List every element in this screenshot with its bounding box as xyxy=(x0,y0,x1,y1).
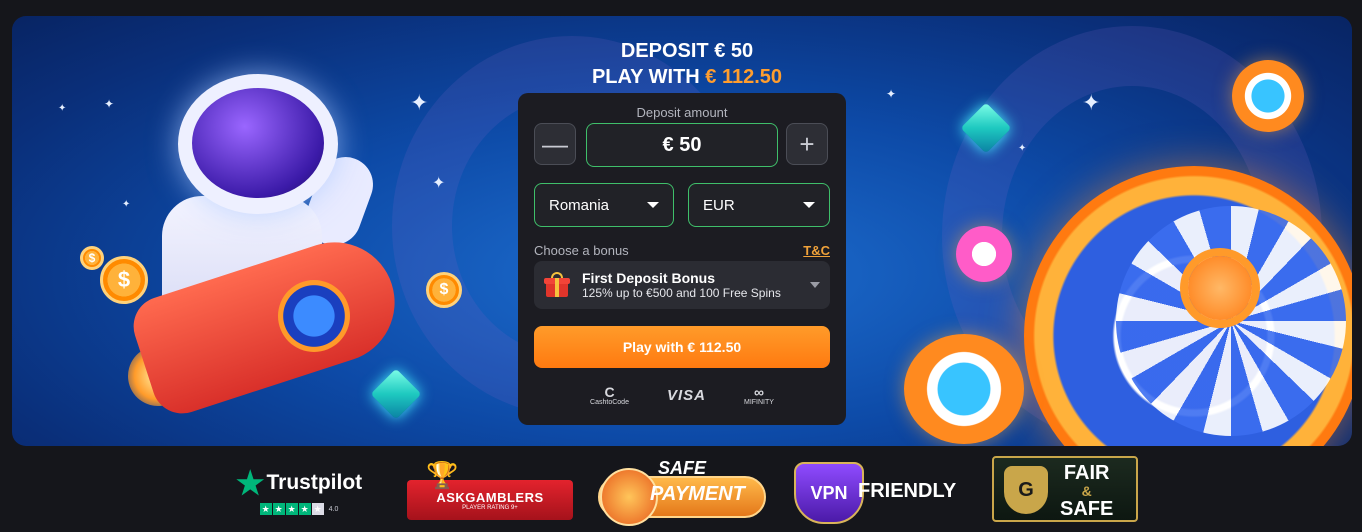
gem-icon xyxy=(370,368,422,420)
rocket-window xyxy=(278,280,350,352)
roulette-segments xyxy=(1116,206,1346,436)
trustpilot-badge: ★ Trustpilot ★ ★ ★ ★ ★ 4.0 xyxy=(232,456,366,526)
roulette-hub xyxy=(1188,256,1252,320)
cashtocode-icon: C CashtoCode xyxy=(590,384,629,406)
deposit-widget: Deposit amount — € 50 + Romania EUR Choo… xyxy=(518,93,846,425)
sparkle-icon: ✦ xyxy=(410,90,429,115)
plus-icon: + xyxy=(799,128,815,159)
hero-banner: ✦ ✦ ✦ ✦ ✦ ✦ ✦ ✦ $ $ $ DEPOSIT € 50 PLAY … xyxy=(12,16,1352,446)
payment-methods: C CashtoCode VISA ∞ MIFINITY xyxy=(518,385,846,406)
bonus-description: 125% up to €500 and 100 Free Spins xyxy=(582,286,781,300)
minus-icon: — xyxy=(542,128,568,159)
chevron-down-icon xyxy=(810,282,820,288)
fair-safe-text: FAIR & SAFE xyxy=(1060,462,1114,520)
casino-chip-icon xyxy=(1232,60,1304,132)
trustpilot-star-icon: ★ xyxy=(235,465,265,501)
askgamblers-badge: 🏆 ASKGAMBLERS PLAYER RATING 9+ xyxy=(406,456,574,526)
trustpilot-rating: ★ ★ ★ ★ ★ 4.0 xyxy=(259,503,339,515)
currency-value: EUR xyxy=(703,196,735,214)
chevron-down-icon xyxy=(647,202,659,208)
sparkle-icon: ✦ xyxy=(432,175,446,192)
bonus-select[interactable]: First Deposit Bonus 125% up to €500 and … xyxy=(534,261,830,309)
play-prefix: PLAY WITH xyxy=(591,66,706,88)
star-icon: ★ xyxy=(285,503,298,515)
currency-select[interactable]: EUR xyxy=(688,183,830,227)
payment-text: PAYMENT xyxy=(650,483,745,505)
askgamblers-name: ASKGAMBLERS xyxy=(436,489,544,505)
star-icon: ★ xyxy=(259,503,272,515)
safe-payment-badge: SAFE PAYMENT xyxy=(598,456,768,526)
chevron-down-icon xyxy=(803,202,815,208)
coin-icon: $ xyxy=(100,256,148,304)
coin-icon: $ xyxy=(426,272,462,308)
fair-safe-badge: G FAIR & SAFE xyxy=(992,456,1138,522)
country-value: Romania xyxy=(549,196,610,214)
visa-icon: VISA xyxy=(666,387,706,404)
sparkle-icon: ✦ xyxy=(1082,90,1101,115)
mifinity-icon: ∞ MIFINITY xyxy=(743,384,774,406)
coin-icon: $ xyxy=(80,246,104,270)
deposit-line: DEPOSIT € 50 xyxy=(620,40,754,62)
decrement-button[interactable]: — xyxy=(534,123,576,165)
increment-button[interactable]: + xyxy=(786,123,828,165)
sparkle-icon: ✦ xyxy=(104,97,115,111)
sparkle-icon: ✦ xyxy=(1018,143,1027,154)
deposit-amount-input[interactable]: € 50 xyxy=(586,123,778,167)
bonus-header: Choose a bonus T&C xyxy=(534,243,830,258)
casino-chip-icon xyxy=(904,334,1024,444)
trustpilot-name: Trustpilot xyxy=(266,471,363,494)
friendly-text: FRIENDLY xyxy=(858,480,957,502)
country-select[interactable]: Romania xyxy=(534,183,674,227)
gift-icon xyxy=(544,272,570,298)
sparkle-icon: ✦ xyxy=(58,103,67,114)
rating-value: 4.0 xyxy=(328,505,339,513)
choose-bonus-label: Choose a bonus xyxy=(534,243,629,258)
safe-text: SAFE xyxy=(658,458,707,478)
trophy-icon: 🏆 xyxy=(426,460,459,490)
sparkle-icon: ✦ xyxy=(886,87,897,101)
shield-icon: VPN xyxy=(794,462,864,524)
trust-badges: ★ Trustpilot ★ ★ ★ ★ ★ 4.0 🏆 ASKGAMBLERS… xyxy=(0,456,1362,532)
star-icon: ★ xyxy=(311,503,324,515)
crest-icon: G xyxy=(1004,466,1048,514)
star-icon: ★ xyxy=(298,503,311,515)
play-line: PLAY WITH € 112.50 xyxy=(517,64,857,90)
vpn-text: VPN xyxy=(810,482,848,503)
tnc-link[interactable]: T&C xyxy=(803,243,830,258)
play-amount: € 112.50 xyxy=(705,66,783,88)
bonus-title: First Deposit Bonus xyxy=(582,270,716,286)
astronaut-visor xyxy=(192,88,324,198)
askgamblers-subtitle: PLAYER RATING 9+ xyxy=(462,504,518,511)
sparkle-icon: ✦ xyxy=(122,199,131,210)
deposit-amount-label: Deposit amount xyxy=(636,105,728,120)
star-icon: ★ xyxy=(272,503,285,515)
bonus-text: First Deposit Bonus 125% up to €500 and … xyxy=(582,270,810,300)
play-button[interactable]: Play with € 112.50 xyxy=(534,326,830,368)
vpn-friendly-badge: VPN FRIENDLY xyxy=(794,456,958,526)
promo-headline: DEPOSIT € 50 PLAY WITH € 112.50 xyxy=(517,38,857,90)
casino-chip-icon xyxy=(956,226,1012,282)
